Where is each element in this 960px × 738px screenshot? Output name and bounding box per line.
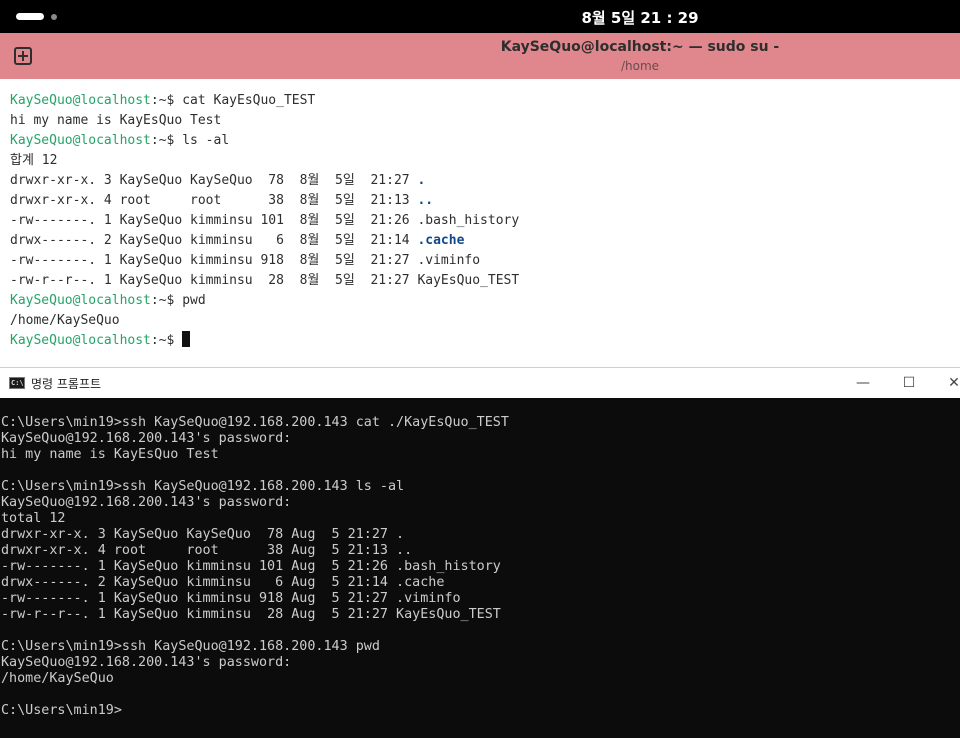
output-text: drwxr-xr-x. 4 root root 38 8월 5일 21:13 (10, 193, 418, 208)
cmd-line: drwxr-xr-x. 4 root root 38 Aug 5 21:13 .… (1, 543, 413, 558)
cmd-line: C:\Users\min19> (1, 703, 122, 718)
cmd-line (1, 623, 960, 639)
top-bar: 8월 5일 21 : 29 (0, 0, 960, 33)
prompt-path: :~$ (150, 93, 183, 108)
file-name: .bash_history (417, 213, 520, 228)
cmd-window[interactable]: C:\ 명령 프롬프트 — ☐ ✕ C:\Users\min19>ssh Kay… (0, 367, 960, 738)
terminal-line: -rw-------. 1 KaySeQuo kimminsu 101 8월 5… (10, 211, 960, 231)
shell-prompt: KaySeQuo@localhost (10, 293, 151, 308)
cmd-title-bar[interactable]: C:\ 명령 프롬프트 — ☐ ✕ (0, 367, 960, 398)
output-text: -rw-------. 1 KaySeQuo kimminsu 101 8월 5… (10, 213, 418, 228)
maximize-button[interactable]: ☐ (898, 374, 920, 392)
output-text: /home/KaySeQuo (10, 313, 120, 328)
terminal-line: hi my name is KayEsQuo Test (10, 111, 960, 131)
terminal-line: /home/KaySeQuo (10, 311, 960, 331)
text-cursor (182, 331, 191, 347)
cmd-line (1, 687, 960, 703)
cmd-line: KaySeQuo@192.168.200.143's password: (1, 495, 292, 510)
new-tab-icon[interactable] (14, 47, 32, 65)
terminal-line: KaySeQuo@localhost:~$ cat KayEsQuo_TEST (10, 91, 960, 111)
terminal-line: drwx------. 2 KaySeQuo kimminsu 6 8월 5일 … (10, 231, 960, 251)
cmd-line: C:\Users\min19>ssh KaySeQuo@192.168.200.… (1, 479, 405, 494)
clock[interactable]: 8월 5일 21 : 29 (540, 7, 740, 28)
cmd-line: -rw-------. 1 KaySeQuo kimminsu 918 Aug … (1, 591, 461, 606)
output-text: 합계 12 (10, 153, 58, 168)
cmd-line: -rw-r--r--. 1 KaySeQuo kimminsu 28 Aug 5… (1, 607, 501, 622)
command-text: ls -al (182, 133, 230, 148)
cmd-line: drwx------. 2 KaySeQuo kimminsu 6 Aug 5 … (1, 575, 445, 590)
close-button[interactable]: ✕ (943, 374, 960, 392)
cmd-line: /home/KaySeQuo (1, 671, 114, 686)
output-text: drwxr-xr-x. 3 KaySeQuo KaySeQuo 78 8월 5일… (10, 173, 418, 188)
terminal-line: KaySeQuo@localhost:~$ (10, 331, 960, 351)
shell-prompt: KaySeQuo@localhost (10, 93, 151, 108)
terminal-line: drwxr-xr-x. 3 KaySeQuo KaySeQuo 78 8월 5일… (10, 171, 960, 191)
linux-terminal-window[interactable]: KaySeQuo@localhost:~ — sudo su - /home K… (0, 33, 960, 367)
shell-prompt: KaySeQuo@localhost (10, 133, 151, 148)
terminal-line: KaySeQuo@localhost:~$ pwd (10, 291, 960, 311)
terminal-output[interactable]: KaySeQuo@localhost:~$ cat KayEsQuo_TEST h… (10, 91, 960, 351)
output-text: -rw-------. 1 KaySeQuo kimminsu 918 8월 5… (10, 253, 418, 268)
terminal-subtitle: /home (620, 59, 660, 73)
cmd-line: KaySeQuo@192.168.200.143's password: (1, 655, 292, 670)
cmd-line (1, 463, 960, 479)
cmd-output[interactable]: C:\Users\min19>ssh KaySeQuo@192.168.200.… (1, 415, 960, 719)
cmd-line: hi my name is KayEsQuo Test (1, 447, 219, 462)
directory-name: . (417, 173, 426, 188)
command-text: pwd (182, 293, 206, 308)
cmd-line: total 12 (1, 511, 66, 526)
file-name: KayEsQuo_TEST (417, 273, 520, 288)
terminal-title: KaySeQuo@localhost:~ — sudo su - (500, 39, 780, 55)
terminal-line: drwxr-xr-x. 4 root root 38 8월 5일 21:13 .… (10, 191, 960, 211)
cmd-line: drwxr-xr-x. 3 KaySeQuo KaySeQuo 78 Aug 5… (1, 527, 405, 542)
output-text: hi my name is KayEsQuo Test (10, 113, 222, 128)
directory-name: .. (417, 193, 434, 208)
cmd-line: C:\Users\min19>ssh KaySeQuo@192.168.200.… (1, 415, 509, 430)
cmd-line: -rw-------. 1 KaySeQuo kimminsu 101 Aug … (1, 559, 501, 574)
workspace-indicator[interactable] (16, 13, 44, 20)
prompt-path: :~$ (150, 133, 183, 148)
file-name: .viminfo (417, 253, 481, 268)
minimize-button[interactable]: — (852, 374, 874, 392)
command-text: cat KayEsQuo_TEST (182, 93, 316, 108)
workspace-dot[interactable] (51, 14, 57, 20)
cmd-title: 명령 프롬프트 (31, 377, 102, 391)
terminal-header-bar: KaySeQuo@localhost:~ — sudo su - /home (0, 33, 960, 79)
terminal-line: 합계 12 (10, 151, 960, 171)
cmd-line: KaySeQuo@192.168.200.143's password: (1, 431, 292, 446)
shell-prompt: KaySeQuo@localhost (10, 333, 151, 348)
output-text: -rw-r--r--. 1 KaySeQuo kimminsu 28 8월 5일… (10, 273, 418, 288)
cmd-app-icon: C:\ (9, 377, 25, 389)
cmd-line: C:\Users\min19>ssh KaySeQuo@192.168.200.… (1, 639, 380, 654)
directory-name: .cache (417, 233, 465, 248)
output-text: drwx------. 2 KaySeQuo kimminsu 6 8월 5일 … (10, 233, 418, 248)
terminal-line: -rw-r--r--. 1 KaySeQuo kimminsu 28 8월 5일… (10, 271, 960, 291)
terminal-line: KaySeQuo@localhost:~$ ls -al (10, 131, 960, 151)
terminal-line: -rw-------. 1 KaySeQuo kimminsu 918 8월 5… (10, 251, 960, 271)
prompt-path: :~$ (150, 293, 183, 308)
prompt-path: :~$ (150, 333, 183, 348)
